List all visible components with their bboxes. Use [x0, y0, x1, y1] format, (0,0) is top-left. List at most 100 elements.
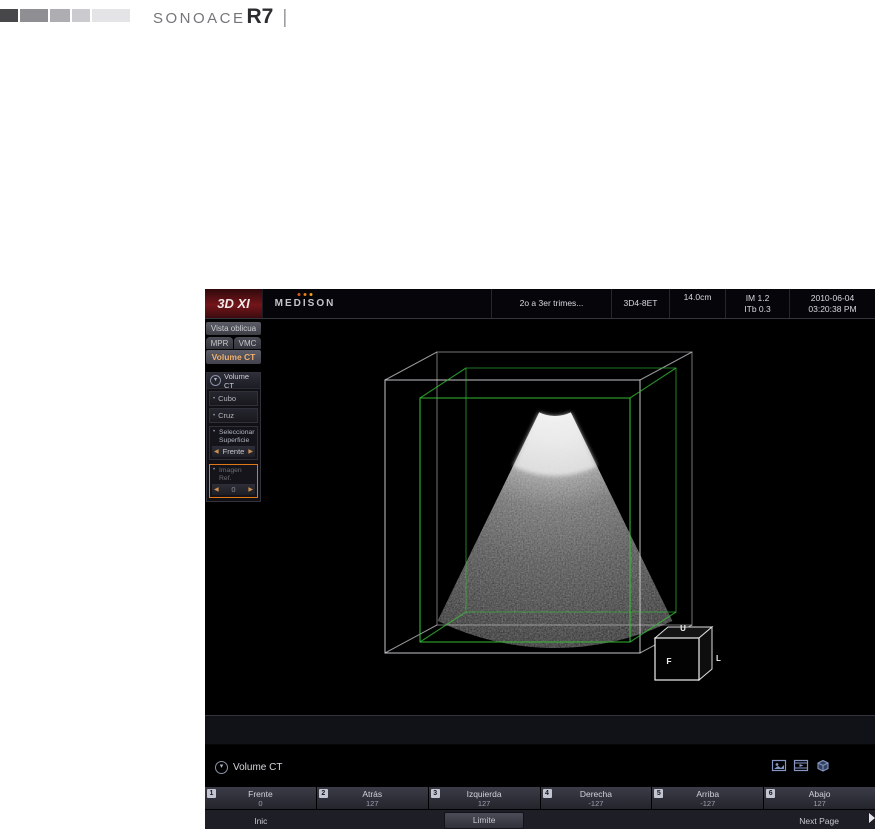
- gradient-bar: [72, 9, 90, 22]
- depth-readout: 14.0cm: [669, 289, 725, 318]
- next-page-arrow-icon[interactable]: [869, 813, 875, 823]
- softkey-number: 1: [207, 789, 216, 798]
- softkey-value: 127: [813, 798, 826, 808]
- softkey-izquierda[interactable]: 3 Izquierda 127: [428, 787, 540, 809]
- collapse-icon[interactable]: ▾: [210, 375, 221, 386]
- surface-label: • Seleccionar Superficie: [211, 429, 256, 444]
- softkey-abajo[interactable]: 6 Abajo 127: [764, 787, 875, 809]
- reference-label-text: Imagen Ref.: [219, 467, 242, 482]
- cube-label: Cubo: [218, 394, 237, 403]
- softkey-label: Atrás: [362, 788, 383, 799]
- view-mode-button[interactable]: Vista oblicua: [206, 322, 261, 335]
- softkey-arriba[interactable]: 5 Arriba -127: [652, 787, 764, 809]
- softkey-value: 127: [365, 798, 379, 808]
- bullet-icon: •: [213, 429, 216, 435]
- softkey-value: 127: [477, 798, 491, 808]
- gradient-bar: [92, 9, 130, 22]
- preset-text: 2o a 3er trimes...: [519, 298, 584, 308]
- brand-sonoace: SONOACE: [153, 10, 246, 27]
- softkey-number: 5: [654, 789, 664, 798]
- thumbnail-clipboard-strip: [205, 715, 875, 745]
- date-text: 2010-06-04: [810, 292, 855, 303]
- collapse-icon[interactable]: ▾: [215, 760, 228, 774]
- orientation-label-front: F: [666, 656, 671, 666]
- softkey-row: 1 Frente 0 2 Atrás 127 3 Izquierda 127 4…: [205, 787, 875, 809]
- acoustic-indices: IM 1.2 ITb 0.3: [725, 289, 789, 318]
- panel-title: Volume CT: [224, 371, 250, 390]
- volume-render: U F L: [384, 351, 721, 682]
- reference-label: • Imagen Ref.: [211, 467, 256, 482]
- depth-text: 14.0cm: [683, 292, 712, 302]
- app-topbar: 3D XI MEDISON 2o a 3er trimes... 3D4-8ET…: [205, 289, 875, 319]
- save-clip-icon[interactable]: [793, 758, 809, 773]
- section-title: Volume CT: [233, 761, 283, 773]
- section-bar: ▾ Volume CT: [205, 753, 875, 781]
- header-gradient-bars: [0, 9, 130, 22]
- surface-selector[interactable]: ◀ Frente ▶: [212, 446, 255, 457]
- reference-image-control[interactable]: • Imagen Ref. ◀ 0 ▶: [209, 464, 258, 498]
- init-button[interactable]: Inic: [205, 816, 317, 826]
- surface-label-line1: Seleccionar: [219, 429, 255, 436]
- next-page-button[interactable]: Next Page: [763, 816, 875, 826]
- section-title-group: ▾ Volume CT: [215, 760, 283, 774]
- bullet-icon: •: [213, 395, 216, 402]
- probe-text: 3D4-8ET: [623, 298, 658, 308]
- limit-button[interactable]: Limite: [444, 812, 524, 829]
- orientation-cube: U F L: [653, 624, 721, 682]
- save-image-icon[interactable]: [771, 758, 787, 773]
- softkey-value: -127: [700, 798, 716, 808]
- softkey-value: 0: [258, 798, 263, 808]
- medison-dots-icon: [297, 293, 313, 296]
- softkey-label: Frente: [248, 788, 273, 799]
- surface-value: Frente: [222, 447, 245, 456]
- softkey-derecha[interactable]: 4 Derecha -127: [540, 787, 652, 809]
- softkey-secondary-row: Inic Limite Next Page: [205, 810, 875, 829]
- ultrasound-app-window: 3D XI MEDISON 2o a 3er trimes... 3D4-8ET…: [205, 289, 875, 829]
- gradient-bar: [50, 9, 70, 22]
- volume-3d-viewport[interactable]: U F L: [262, 320, 875, 715]
- surface-label-line2: Superficie: [219, 436, 250, 444]
- reference-value: 0: [231, 485, 236, 494]
- softkey-frente[interactable]: 1 Frente 0: [205, 787, 316, 809]
- brand-model: R7: [246, 5, 274, 28]
- time-text: 03:20:38 PM: [808, 303, 857, 314]
- tab-mpr[interactable]: MPR: [206, 337, 233, 349]
- softkey-label: Arriba: [696, 788, 720, 799]
- softkey-label: Izquierda: [466, 788, 502, 799]
- reference-selector[interactable]: ◀ 0 ▶: [212, 484, 255, 495]
- mi-text: IM 1.2: [745, 292, 770, 303]
- cube-button[interactable]: • Cubo: [209, 391, 258, 406]
- vendor-name: MEDISON: [274, 298, 336, 309]
- mode-tabs: MPR VMC: [206, 337, 261, 349]
- arrow-right-icon[interactable]: ▶: [248, 486, 253, 493]
- panel-header[interactable]: ▾ Volume CT: [207, 371, 260, 390]
- softkey-label: Derecha: [579, 788, 612, 799]
- softkey-number: 3: [430, 789, 440, 798]
- cross-button[interactable]: • Cruz: [209, 408, 258, 423]
- tab-vmc[interactable]: VMC: [234, 337, 261, 349]
- tib-text: ITb 0.3: [744, 303, 771, 314]
- softkey-number: 2: [318, 789, 328, 798]
- tab-volume-ct[interactable]: Volume CT: [206, 350, 261, 364]
- cross-label: Cruz: [218, 411, 234, 420]
- section-icons: [771, 758, 831, 773]
- arrow-right-icon[interactable]: ▶: [248, 448, 253, 455]
- soft-menu: 1 Frente 0 2 Atrás 127 3 Izquierda 127 4…: [205, 787, 875, 829]
- brand-divider: |: [282, 7, 288, 28]
- manual-page: SONOACE R7 | 3D XI MEDISON 2o a 3er trim…: [0, 0, 879, 834]
- arrow-left-icon[interactable]: ◀: [214, 486, 219, 493]
- orientation-label-up: U: [680, 624, 686, 633]
- mode-logo-3dxi: 3D XI: [205, 289, 263, 318]
- limit-button-cell: Limite: [428, 810, 540, 829]
- softkey-atras[interactable]: 2 Atrás 127: [316, 787, 428, 809]
- volume-ct-panel: ▾ Volume CT • Cubo • Cruz • Seleccionar …: [206, 372, 261, 502]
- softkey-value: -127: [588, 798, 604, 808]
- ultrasound-fan: [437, 412, 673, 648]
- gradient-bar: [20, 9, 48, 22]
- brand-logo: SONOACE R7 |: [153, 5, 287, 29]
- datetime-readout: 2010-06-04 03:20:38 PM: [789, 289, 875, 318]
- select-surface-control: • Seleccionar Superficie ◀ Frente ▶: [209, 426, 258, 460]
- arrow-left-icon[interactable]: ◀: [214, 448, 219, 455]
- softkey-number: 6: [766, 789, 776, 798]
- volume-cube-icon[interactable]: [815, 758, 831, 773]
